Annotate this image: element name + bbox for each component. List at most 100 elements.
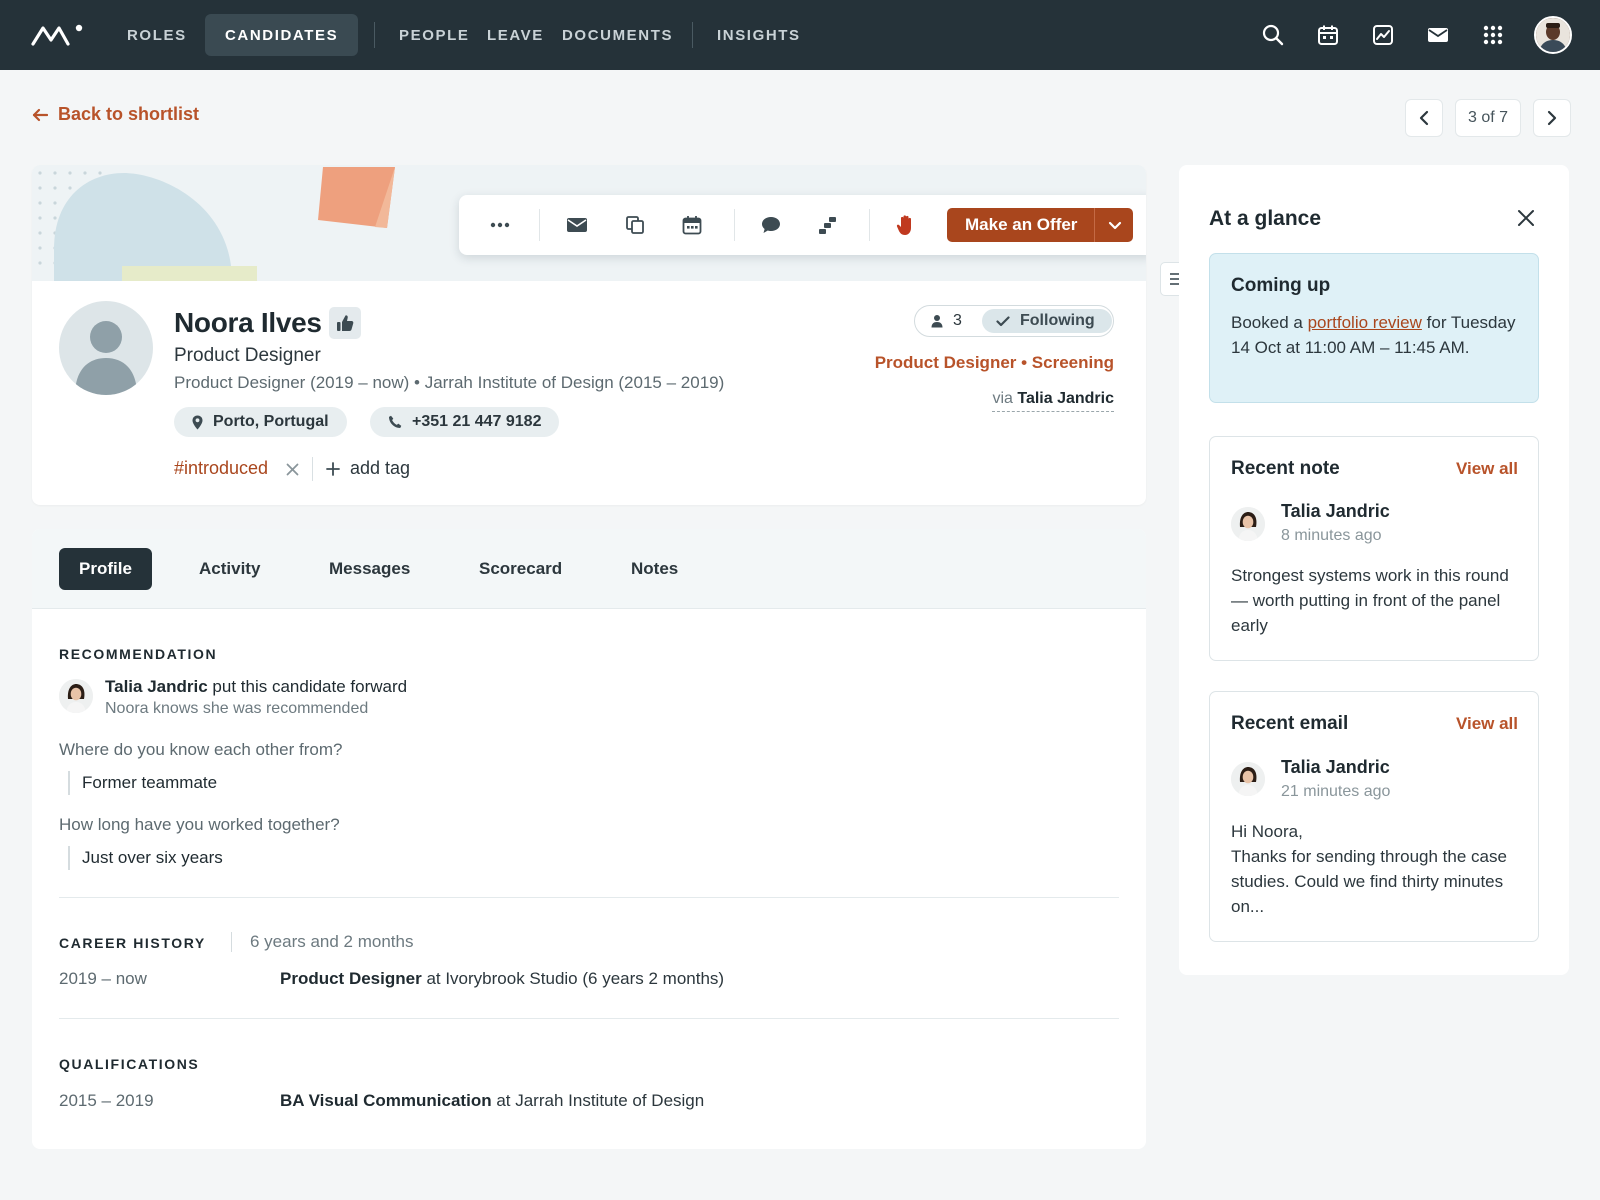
portfolio-review-link[interactable]: portfolio review: [1308, 313, 1422, 332]
recommendation-heading: RECOMMENDATION: [59, 646, 218, 662]
back-to-shortlist-link[interactable]: Back to shortlist: [32, 104, 199, 125]
tag-introduced[interactable]: #introduced: [174, 458, 268, 479]
search-icon[interactable]: [1260, 22, 1286, 48]
copy-icon[interactable]: [622, 212, 648, 238]
back-label: Back to shortlist: [58, 104, 200, 124]
career-company: at Ivorybrook Studio (6 years 2 months): [426, 969, 725, 988]
chart-icon[interactable]: [1370, 22, 1396, 48]
apps-grid-icon[interactable]: [1480, 22, 1506, 48]
recent-note-heading: Recent note: [1231, 458, 1340, 479]
via-prefix: via: [992, 390, 1013, 407]
plus-icon: [326, 461, 340, 476]
calendar-icon[interactable]: [1315, 22, 1341, 48]
follow-control: 3 Following: [914, 305, 1114, 337]
answer-1: Former teammate: [68, 771, 217, 795]
note-author-avatar: [1231, 507, 1265, 541]
candidate-header-card: Make an Offer Noora Ilves Product Design…: [32, 165, 1146, 505]
mail-icon[interactable]: [1425, 22, 1451, 48]
email-icon[interactable]: [564, 212, 590, 238]
tab-activity[interactable]: Activity: [199, 548, 260, 590]
recent-email-card: Recent email View all Talia Jandric 21 m…: [1209, 691, 1539, 942]
comment-icon[interactable]: [758, 212, 784, 238]
phone-text: +351 21 447 9182: [412, 413, 542, 430]
follower-count[interactable]: 3: [931, 312, 962, 330]
candidate-summary: Product Designer (2019 – now) • Jarrah I…: [174, 373, 725, 392]
action-divider: [539, 209, 540, 241]
panel-title: At a glance: [1209, 207, 1322, 230]
pager-count: 3 of 7: [1455, 99, 1521, 137]
thumbs-up-icon[interactable]: [329, 307, 361, 339]
recommender-avatar: [59, 679, 93, 713]
career-duration: 6 years and 2 months: [231, 932, 413, 952]
view-all-emails-link[interactable]: View all: [1456, 714, 1518, 734]
location-text: Porto, Portugal: [213, 413, 329, 430]
chevron-right-icon: [1547, 110, 1557, 126]
nav-documents[interactable]: DOCUMENTS: [562, 0, 673, 70]
schedule-icon[interactable]: [679, 212, 705, 238]
user-avatar[interactable]: [1534, 16, 1572, 54]
tag-divider: [312, 457, 313, 481]
qualifications-heading: QUALIFICATIONS: [59, 1056, 200, 1072]
make-offer-label: Make an Offer: [965, 215, 1078, 234]
candidate-title: Product Designer: [174, 345, 321, 366]
action-divider: [869, 209, 870, 241]
phone-icon: [389, 415, 402, 428]
note-time: 8 minutes ago: [1281, 527, 1382, 544]
source-attribution[interactable]: via Talia Jandric: [992, 390, 1114, 412]
qualification-date: 2015 – 2019: [59, 1091, 154, 1110]
recommendation-summary: Talia Jandric put this candidate forward: [105, 677, 407, 697]
following-toggle[interactable]: Following: [982, 309, 1112, 333]
recommender-name: Talia Jandric: [105, 677, 208, 696]
previous-candidate-button[interactable]: [1405, 99, 1443, 137]
nav-candidates[interactable]: CANDIDATES: [205, 14, 359, 56]
recent-note-card: Recent note View all Talia Jandric 8 min…: [1209, 436, 1539, 661]
recommendation-action: put this candidate forward: [212, 677, 408, 696]
tab-profile[interactable]: Profile: [59, 548, 152, 590]
career-date: 2019 – now: [59, 969, 147, 988]
more-icon[interactable]: [487, 212, 513, 238]
qualification-institution: at Jarrah Institute of Design: [496, 1091, 705, 1110]
email-author: Talia Jandric: [1281, 757, 1390, 777]
stop-hand-icon[interactable]: [893, 212, 919, 238]
tab-scorecard[interactable]: Scorecard: [479, 548, 562, 590]
next-candidate-button[interactable]: [1533, 99, 1571, 137]
tab-notes[interactable]: Notes: [631, 548, 678, 590]
nav-insights[interactable]: INSIGHTS: [717, 0, 801, 70]
phone-chip[interactable]: +351 21 447 9182: [370, 407, 560, 437]
question-2: How long have you worked together?: [59, 815, 340, 834]
email-greeting: Hi Noora,: [1231, 822, 1303, 841]
chevron-left-icon: [1419, 110, 1429, 126]
question-1: Where do you know each other from?: [59, 740, 343, 759]
email-body: Thanks for sending through the case stud…: [1231, 847, 1507, 916]
top-navigation: ROLES CANDIDATES PEOPLE LEAVE DOCUMENTS …: [0, 0, 1600, 70]
brand-logo[interactable]: [30, 22, 86, 48]
recommendation-note: Noora knows she was recommended: [105, 700, 369, 717]
nav-roles[interactable]: ROLES: [127, 0, 187, 70]
close-icon[interactable]: [1513, 205, 1539, 231]
tab-messages[interactable]: Messages: [329, 548, 410, 590]
make-offer-button[interactable]: Make an Offer: [947, 208, 1133, 242]
email-author-avatar: [1231, 762, 1265, 796]
coming-up-heading: Coming up: [1231, 275, 1331, 296]
note-author: Talia Jandric: [1281, 501, 1390, 521]
coming-up-text: Booked a portfolio review for Tuesday 14…: [1231, 310, 1521, 360]
view-all-notes-link[interactable]: View all: [1456, 459, 1518, 479]
email-time: 21 minutes ago: [1281, 783, 1391, 800]
candidate-action-bar: Make an Offer: [459, 195, 1146, 255]
at-a-glance-panel: At a glance Coming up Booked a portfolio…: [1179, 165, 1569, 975]
career-history-heading: CAREER HISTORY: [59, 935, 206, 951]
add-tag-button[interactable]: add tag: [326, 458, 410, 479]
remove-tag-icon[interactable]: [282, 459, 302, 479]
nav-leave[interactable]: LEAVE: [487, 0, 544, 70]
profile-detail-card: Profile Activity Messages Scorecard Note…: [32, 529, 1146, 1149]
chevron-down-icon[interactable]: [1105, 216, 1125, 234]
note-body: Strongest systems work in this round — w…: [1231, 566, 1509, 635]
move-stage-icon[interactable]: [815, 212, 841, 238]
location-chip[interactable]: Porto, Portugal: [174, 407, 347, 437]
qualification-degree: BA Visual Communication: [280, 1091, 492, 1110]
role-stage-link[interactable]: Product Designer • Screening: [875, 353, 1114, 373]
follower-count-value: 3: [953, 312, 962, 329]
nav-people[interactable]: PEOPLE: [399, 0, 469, 70]
check-icon: [996, 315, 1010, 326]
career-role: Product Designer: [280, 969, 422, 988]
